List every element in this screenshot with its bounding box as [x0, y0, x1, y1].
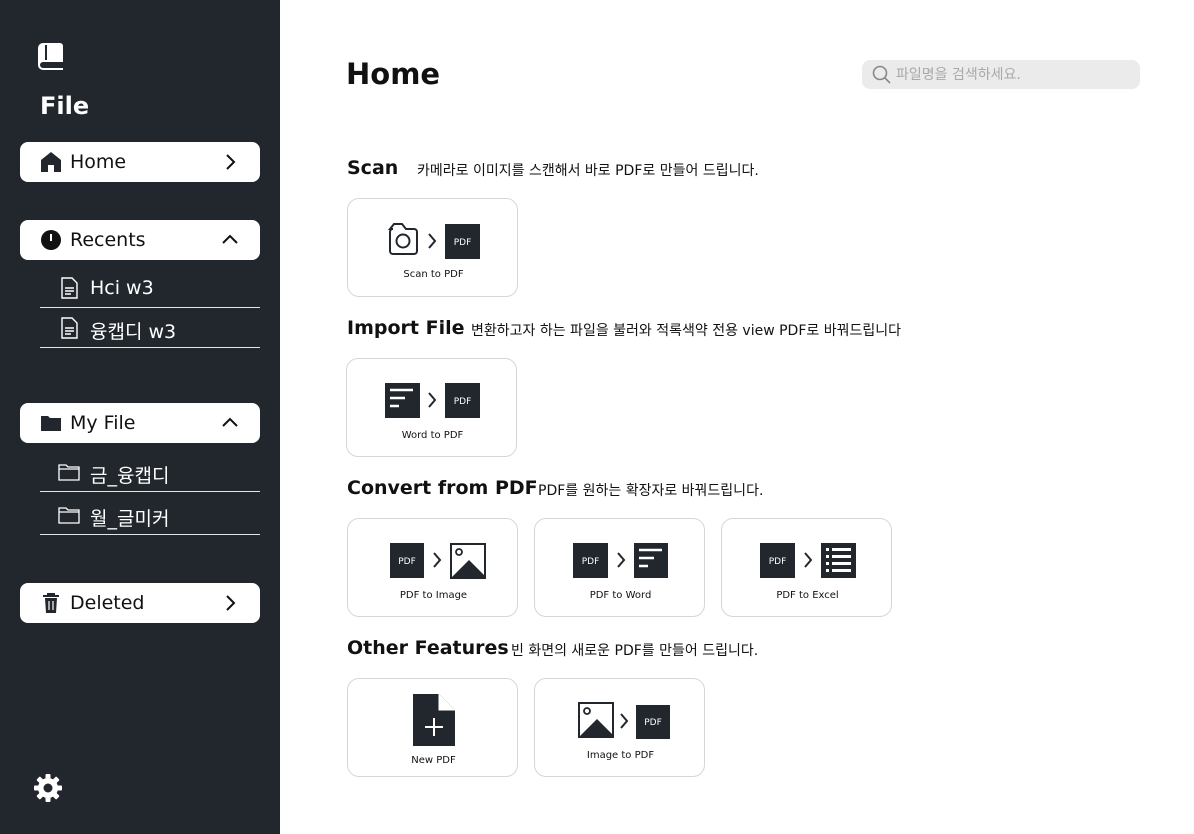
- section-desc-other-features: 빈 화면의 새로운 PDF를 만들어 드립니다.: [511, 643, 759, 659]
- trash-icon: [43, 593, 59, 613]
- card-word-to-pdf[interactable]: PDF Word to PDF: [346, 358, 517, 457]
- page-title: Home: [346, 57, 441, 91]
- section-title-convert-from-pdf: Convert from PDF: [347, 477, 538, 499]
- home-icon: [41, 152, 61, 172]
- sidebar-item-deleted[interactable]: Deleted: [20, 583, 260, 623]
- sidebar-item-label: Home: [70, 151, 127, 173]
- search-bar: [862, 60, 1140, 89]
- sidebar: File Home Recents Hci w3 융캡디 w3 My File …: [0, 0, 280, 834]
- pdf-badge-label: PDF: [644, 718, 662, 728]
- section-desc-convert-from-pdf: PDF를 원하는 확장자로 바꿔드립니다.: [538, 483, 764, 499]
- recent-item-yungcapdi-w3[interactable]: 융캡디 w3: [40, 308, 260, 348]
- section-title-other-features: Other Features: [347, 637, 509, 659]
- section-desc-scan: 카메라로 이미지를 스캔해서 바로 PDF로 만들어 드립니다.: [417, 163, 759, 179]
- chevron-right-icon: [226, 595, 236, 611]
- card-new-pdf[interactable]: New PDF: [347, 678, 518, 777]
- pdf-badge-label: PDF: [398, 557, 416, 567]
- folder-icon: [58, 464, 80, 481]
- card-label: Image to PDF: [586, 750, 655, 761]
- pdf-badge-label: PDF: [582, 557, 600, 567]
- pdf-to-word-icon: PDF: [573, 543, 668, 578]
- card-label: Scan to PDF: [403, 269, 464, 280]
- book-icon: [38, 43, 63, 70]
- section-title-scan: Scan: [347, 157, 399, 179]
- word-to-pdf-icon: PDF: [385, 383, 480, 418]
- chevron-up-icon: [222, 417, 238, 427]
- folder-item-geum[interactable]: 금_융캡디: [40, 452, 260, 492]
- pdf-badge-label: PDF: [454, 397, 472, 407]
- gear-icon[interactable]: [33, 773, 63, 803]
- card-label: PDF to Word: [589, 590, 652, 601]
- card-label: New PDF: [411, 755, 456, 766]
- recent-item-label: 융캡디 w3: [90, 321, 177, 343]
- pdf-badge-label: PDF: [769, 557, 787, 567]
- search-icon: [872, 65, 891, 84]
- card-label: PDF to Image: [399, 590, 468, 601]
- sidebar-item-label: Deleted: [70, 592, 145, 614]
- document-icon: [61, 277, 78, 299]
- section-desc-import-file: 변환하고자 하는 파일을 불러와 적록색약 전용 view PDF로 바꿔드립니…: [471, 323, 901, 339]
- card-label: Word to PDF: [401, 430, 464, 441]
- sidebar-item-my-file[interactable]: My File: [20, 403, 260, 443]
- app-title: File: [40, 92, 90, 120]
- clock-icon: [41, 230, 61, 250]
- sidebar-item-label: My File: [70, 412, 136, 434]
- pdf-badge-label: PDF: [454, 238, 472, 248]
- pdf-to-excel-icon: PDF: [760, 543, 856, 578]
- section-title-import-file: Import File: [347, 317, 465, 339]
- document-icon: [61, 317, 78, 339]
- folder-item-label: 월_글미커: [90, 508, 170, 530]
- sidebar-item-label: Recents: [70, 229, 146, 251]
- card-pdf-to-word[interactable]: PDF PDF to Word: [534, 518, 705, 617]
- sidebar-item-home[interactable]: Home: [20, 142, 260, 182]
- recent-item-hci-w3[interactable]: Hci w3: [40, 268, 260, 308]
- camera-to-pdf-icon: PDF: [387, 223, 480, 259]
- recent-item-label: Hci w3: [90, 277, 154, 299]
- card-scan-to-pdf[interactable]: PDF Scan to PDF: [347, 198, 518, 297]
- search-input[interactable]: [896, 60, 1132, 89]
- card-image-to-pdf[interactable]: PDF Image to PDF: [534, 678, 705, 777]
- pdf-to-image-icon: PDF: [390, 543, 486, 579]
- folder-icon: [58, 507, 80, 524]
- chevron-right-icon: [226, 154, 236, 170]
- image-to-pdf-icon: PDF: [578, 702, 670, 739]
- sidebar-item-recents[interactable]: Recents: [20, 220, 260, 260]
- card-label: PDF to Excel: [776, 590, 839, 601]
- chevron-up-icon: [222, 234, 238, 244]
- folder-item-wol[interactable]: 월_글미커: [40, 495, 260, 535]
- card-pdf-to-image[interactable]: PDF PDF to Image: [347, 518, 518, 617]
- card-pdf-to-excel[interactable]: PDF PDF to Excel: [721, 518, 892, 617]
- folder-item-label: 금_융캡디: [90, 465, 170, 487]
- folder-icon: [41, 416, 61, 431]
